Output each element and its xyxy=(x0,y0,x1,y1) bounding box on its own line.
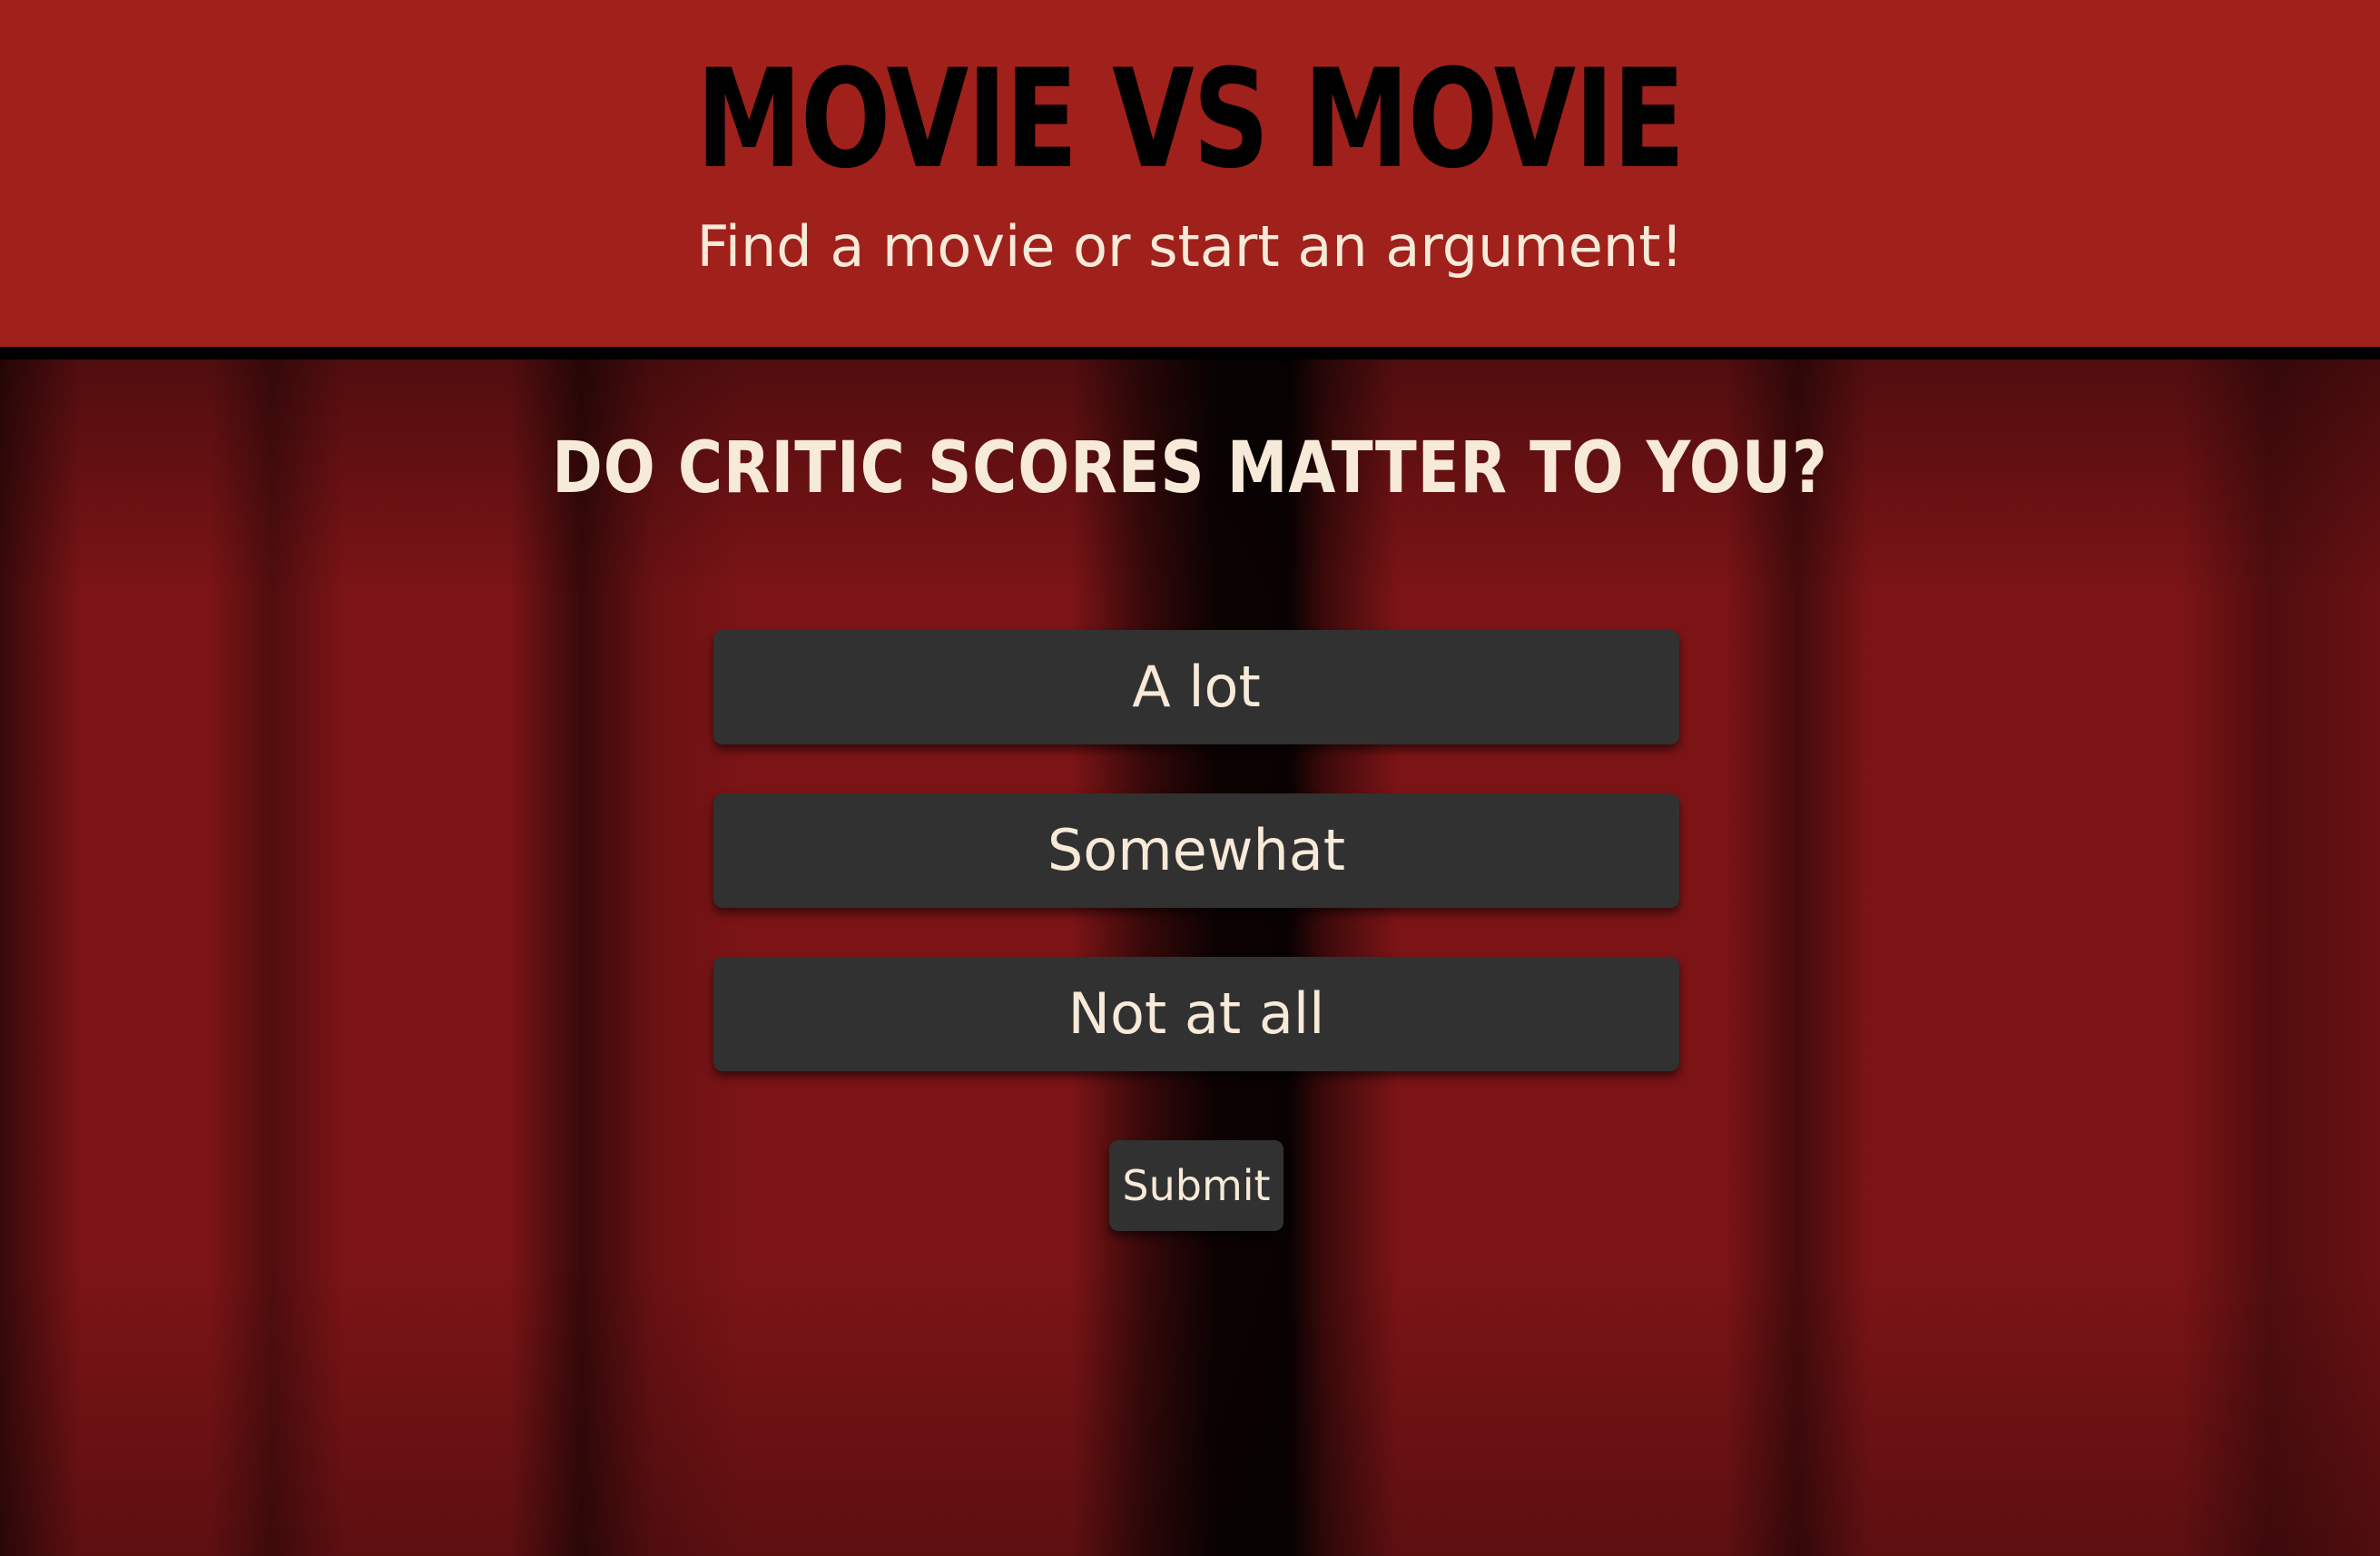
answer-option-not-at-all[interactable]: Not at all xyxy=(713,957,1679,1071)
submit-button[interactable]: Submit xyxy=(1109,1140,1283,1231)
site-title: MOVIE VS MOVIE xyxy=(696,41,1686,199)
page: MOVIE VS MOVIE Find a movie or start an … xyxy=(0,0,2380,1556)
answer-option-a-lot[interactable]: A lot xyxy=(713,630,1679,744)
site-tagline: Find a movie or start an argument! xyxy=(696,213,1684,280)
answer-options: A lot Somewhat Not at all xyxy=(713,630,1679,1120)
quiz-question: DO CRITIC SCORES MATTER TO YOU? xyxy=(552,428,1828,509)
site-header: MOVIE VS MOVIE Find a movie or start an … xyxy=(0,0,2380,347)
answer-option-somewhat[interactable]: Somewhat xyxy=(713,793,1679,908)
header-divider xyxy=(0,347,2380,359)
